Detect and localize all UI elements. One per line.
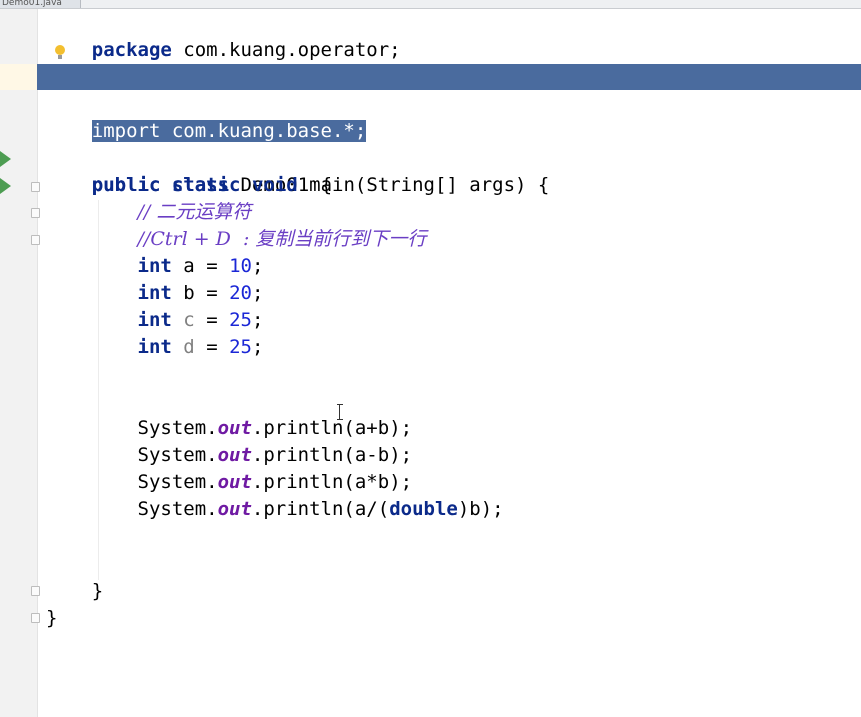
operator: = bbox=[194, 336, 230, 358]
code-line-comment-import[interactable]: //导入这个包下所有的类！ bbox=[46, 63, 314, 114]
code-line-print-add[interactable]: System.out.println(a+b); bbox=[46, 415, 413, 442]
type-keyword: int bbox=[137, 336, 172, 358]
operator: = bbox=[194, 282, 230, 304]
editor-tab[interactable]: Demo01.java bbox=[0, 0, 81, 8]
code-line-package[interactable]: package com.kuang.operator; bbox=[46, 10, 401, 61]
operator: = bbox=[194, 255, 230, 277]
code-line-var-d[interactable]: int d = 25; bbox=[46, 334, 264, 361]
fold-marker-icon[interactable] bbox=[31, 208, 40, 218]
text-cursor-bottom bbox=[337, 419, 343, 420]
fold-marker-icon[interactable] bbox=[31, 613, 40, 623]
code-line-print-mul[interactable]: System.out.println(a*b); bbox=[46, 469, 413, 496]
number-literal: 20 bbox=[229, 282, 252, 304]
code-line-var-a[interactable]: int a = 10; bbox=[46, 253, 264, 280]
type-keyword: int bbox=[137, 309, 172, 331]
var-name: a bbox=[183, 255, 195, 277]
code-line-print-sub[interactable]: System.out.println(a-b); bbox=[46, 442, 413, 469]
code-line-var-c[interactable]: int c = 25; bbox=[46, 307, 264, 334]
closing-brace: } bbox=[46, 607, 58, 629]
operator: = bbox=[194, 309, 230, 331]
import-name: com.kuang.base.*; bbox=[160, 120, 367, 142]
system-class: System. bbox=[137, 471, 218, 493]
code-line-close-class[interactable]: } bbox=[46, 605, 57, 632]
fold-marker-icon[interactable] bbox=[31, 235, 40, 245]
code-line-print-div[interactable]: System.out.println(a/(double)b); bbox=[46, 496, 504, 523]
semicolon: ; bbox=[251, 309, 264, 331]
static-field: out bbox=[217, 417, 252, 439]
method-signature: main(String[] args) { bbox=[297, 174, 550, 196]
editor-tab-strip: Demo01.java bbox=[0, 0, 861, 9]
code-line-close-method[interactable]: } bbox=[46, 578, 103, 605]
method-call: .println(a+b); bbox=[251, 417, 413, 439]
number-literal: 25 bbox=[229, 336, 252, 358]
code-line-main[interactable]: public static void main(String[] args) { bbox=[46, 172, 550, 199]
var-name: d bbox=[183, 336, 195, 358]
code-line-comment-ctrl[interactable]: //Ctrl + D : 复制当前行到下一行 bbox=[46, 226, 427, 253]
number-literal: 10 bbox=[229, 255, 252, 277]
method-call: .println(a*b); bbox=[251, 471, 413, 493]
semicolon: ; bbox=[251, 282, 264, 304]
code-editor[interactable]: Demo01.java package com.kuang.operator; … bbox=[0, 0, 861, 717]
semicolon: ; bbox=[251, 336, 264, 358]
method-call: .println(a/( bbox=[251, 498, 390, 520]
fold-marker-icon[interactable] bbox=[31, 586, 40, 596]
line-highlight bbox=[0, 64, 37, 90]
package-name: com.kuang.operator; bbox=[171, 39, 401, 61]
static-field: out bbox=[217, 471, 252, 493]
type-keyword: int bbox=[137, 255, 172, 277]
system-class: System. bbox=[137, 444, 218, 466]
number-literal: 25 bbox=[229, 309, 252, 331]
type-keyword: int bbox=[137, 282, 172, 304]
comment-text: // 二元运算符 bbox=[137, 201, 252, 223]
static-field: out bbox=[217, 444, 252, 466]
var-name: b bbox=[183, 282, 195, 304]
import-keyword: import bbox=[91, 120, 161, 142]
method-call: .println(a-b); bbox=[251, 444, 413, 466]
text-cursor-stem bbox=[339, 405, 340, 419]
semicolon: ; bbox=[251, 255, 264, 277]
code-line-var-b[interactable]: int b = 20; bbox=[46, 280, 264, 307]
code-line-import[interactable]: import com.kuang.base.*; bbox=[46, 91, 367, 142]
keyword: public bbox=[91, 174, 161, 196]
var-name: c bbox=[183, 309, 195, 331]
code-line-comment-op[interactable]: // 二元运算符 bbox=[46, 199, 252, 226]
run-class-icon[interactable] bbox=[0, 151, 11, 167]
text-cursor-icon bbox=[337, 404, 343, 420]
keyword: package bbox=[91, 39, 172, 61]
gutter[interactable] bbox=[0, 9, 38, 717]
closing-brace: } bbox=[91, 580, 104, 602]
keyword: static bbox=[171, 174, 241, 196]
text-cursor-top bbox=[337, 404, 343, 405]
method-call-end: )b); bbox=[457, 498, 504, 520]
system-class: System. bbox=[137, 417, 218, 439]
fold-marker-icon[interactable] bbox=[31, 182, 40, 192]
comment-text: //Ctrl + D : 复制当前行到下一行 bbox=[137, 228, 427, 250]
keyword: void bbox=[251, 174, 298, 196]
cast-keyword: double bbox=[389, 498, 458, 520]
code-line-class[interactable]: public class Demo01 { bbox=[46, 145, 332, 196]
run-main-icon[interactable] bbox=[0, 178, 11, 194]
static-field: out bbox=[217, 498, 252, 520]
system-class: System. bbox=[137, 498, 218, 520]
